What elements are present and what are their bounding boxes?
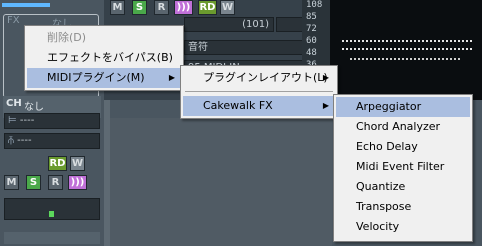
menu-item-label: Midi Event Filter bbox=[356, 160, 445, 173]
mute-button-top[interactable]: M bbox=[110, 0, 125, 15]
menu-item-quantize[interactable]: Quantize bbox=[336, 177, 470, 197]
write-automation-button[interactable]: W bbox=[70, 156, 85, 171]
menu-item-transpose[interactable]: Transpose bbox=[336, 197, 470, 217]
menu-item-midi-plugins[interactable]: MIDIプラグイン(M) ▶ bbox=[27, 68, 181, 88]
fx-label: FX bbox=[7, 15, 20, 26]
menu-item-plugin-layout[interactable]: プラグインレイアウト(L) ▶ bbox=[183, 68, 335, 88]
clip-notes-view[interactable] bbox=[330, 0, 482, 100]
menu-item-bypass[interactable]: エフェクトをバイパス(B) bbox=[27, 48, 181, 68]
ruler-label: 108 bbox=[306, 0, 323, 10]
menu-item-cakewalk-fx[interactable]: Cakewalk FX ▶ bbox=[183, 96, 335, 116]
menu-item-label: プラグインレイアウト(L) bbox=[203, 71, 328, 84]
output-icon: ⫚ bbox=[8, 135, 14, 146]
menu-item-label: Chord Analyzer bbox=[356, 120, 441, 133]
note-row bbox=[342, 40, 472, 44]
ch-value[interactable]: なし bbox=[24, 98, 44, 113]
submenu-arrow-icon: ▶ bbox=[322, 73, 329, 82]
menu-item-velocity[interactable]: Velocity bbox=[336, 217, 470, 237]
volume-slider-thumb[interactable] bbox=[49, 211, 54, 217]
menu-item-echo-delay[interactable]: Echo Delay bbox=[336, 137, 470, 157]
meter-bar bbox=[2, 3, 50, 7]
volume-slider[interactable] bbox=[4, 198, 100, 220]
input-echo-icon[interactable]: ))) bbox=[68, 175, 87, 190]
menu-item-label: Arpeggiator bbox=[356, 100, 422, 113]
menu-separator bbox=[185, 91, 333, 92]
solo-button[interactable]: S bbox=[26, 175, 41, 190]
note-row bbox=[350, 58, 460, 62]
plugin-submenu: プラグインレイアウト(L) ▶ Cakewalk FX ▶ bbox=[180, 65, 338, 119]
ruler-label: 48 bbox=[306, 48, 317, 58]
echo-icon-top[interactable]: ))) bbox=[174, 0, 193, 15]
menu-item-label: Transpose bbox=[356, 200, 412, 213]
menu-item-label: 削除(D) bbox=[47, 31, 87, 44]
submenu-arrow-icon: ▶ bbox=[168, 73, 175, 82]
record-button-top[interactable]: R bbox=[154, 0, 169, 15]
scroll-gutter[interactable] bbox=[104, 100, 110, 246]
input-value: ---- bbox=[19, 115, 35, 126]
context-menu: 削除(D) エフェクトをバイパス(B) MIDIプラグイン(M) ▶ bbox=[24, 25, 184, 91]
ruler-label: 85 bbox=[306, 12, 317, 22]
output-field[interactable]: ⫚ ---- bbox=[4, 133, 100, 149]
clip-area[interactable] bbox=[110, 118, 332, 246]
ruler-label: 72 bbox=[306, 24, 317, 34]
menu-item-label: Echo Delay bbox=[356, 140, 418, 153]
submenu-arrow-icon: ▶ bbox=[322, 101, 329, 110]
w-button-top[interactable]: W bbox=[220, 0, 235, 15]
menu-item-label: Quantize bbox=[356, 180, 406, 193]
menu-item-arpeggiator[interactable]: Arpeggiator bbox=[336, 97, 470, 117]
ruler-label: 60 bbox=[306, 36, 317, 46]
cakewalk-fx-submenu: Arpeggiator Chord Analyzer Echo Delay Mi… bbox=[333, 94, 473, 242]
rd-button-top[interactable]: RD bbox=[198, 0, 217, 15]
menu-item-chord-analyzer[interactable]: Chord Analyzer bbox=[336, 117, 470, 137]
output-value: ---- bbox=[17, 135, 32, 146]
menu-item-label: Velocity bbox=[356, 220, 400, 233]
menu-item-label: Cakewalk FX bbox=[203, 99, 273, 112]
menu-item-midi-event-filter[interactable]: Midi Event Filter bbox=[336, 157, 470, 177]
input-icon: ⊨ bbox=[8, 115, 17, 126]
menu-item-label: MIDIプラグイン(M) bbox=[47, 71, 145, 84]
solo-button-top[interactable]: S bbox=[132, 0, 147, 15]
midi-type-value: 音符 bbox=[188, 42, 208, 53]
record-arm-button[interactable]: R bbox=[48, 175, 63, 190]
input-field[interactable]: ⊨ ---- bbox=[4, 113, 100, 129]
input-port-field[interactable]: (101) bbox=[184, 17, 274, 32]
ch-label: CH bbox=[6, 98, 22, 109]
menu-item-label: エフェクトをバイパス(B) bbox=[47, 51, 173, 64]
menu-item-delete[interactable]: 削除(D) bbox=[27, 28, 181, 48]
read-automation-button[interactable]: RD bbox=[48, 156, 67, 171]
pan-slider[interactable] bbox=[4, 232, 100, 244]
mute-button[interactable]: M bbox=[4, 175, 19, 190]
note-row bbox=[342, 48, 472, 52]
